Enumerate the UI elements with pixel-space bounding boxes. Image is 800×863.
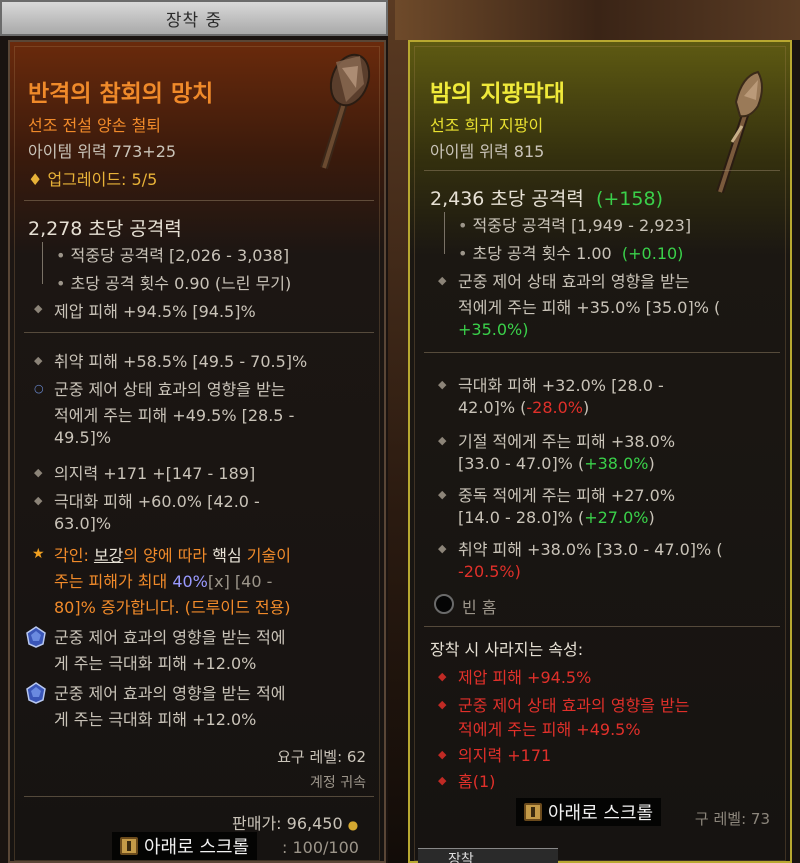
lost-affix-2-line1: 군중 제어 상태 효과의 영향을 받는 (458, 696, 690, 715)
gem1-line1: 군중 제어 효과의 영향을 받는 적에 (54, 628, 286, 647)
star-icon: ★ (32, 546, 45, 562)
dps: 2,278 초당 공격력 (28, 218, 182, 240)
circle-bullet-icon: ○ (34, 382, 44, 395)
damage-per-hit: • 적중당 공격력 [2,026 - 3,038] (56, 246, 290, 265)
background-top (395, 0, 800, 40)
damage-per-hit: • 적중당 공격력 [1,949 - 2,923] (458, 216, 692, 235)
lost-affix-4: 홈(1) (458, 772, 496, 791)
cc-stat-line1: 군중 제어 상태 효과의 영향을 받는 (54, 380, 286, 399)
staff-icon (716, 70, 763, 194)
overpower-stat: 제압 피해 +94.5% [94.5]% (54, 302, 256, 321)
aspect-line1: 각인: 보강의 양에 따라 핵심 기술이 (54, 546, 291, 565)
divider (424, 352, 780, 353)
stun-stat-line2: [33.0 - 47.0]% (+38.0%) (458, 454, 655, 473)
compare-item-tooltip: 밤의 지팡막대 선조 희귀 지팡이 아이템 위력 815 2,436 초당 공격… (408, 40, 792, 863)
diamond-bullet-icon: ◆ (438, 542, 447, 555)
equip-button[interactable]: 장착 (418, 848, 558, 863)
cc-stat-line2: 적에게 주는 피해 +49.5% [28.5 - (54, 406, 295, 425)
attacks-per-second: • 초당 공격 횟수 1.00 (+0.10) (458, 244, 684, 263)
scroll-down-button-left[interactable]: 아래로 스크롤 (112, 832, 258, 860)
item-power: 아이템 위력 773+25 (28, 142, 177, 161)
required-level: 요구 레벨: 62 (277, 748, 366, 766)
stat-tree (42, 242, 52, 284)
background-gap (388, 0, 410, 863)
diamond-bullet-icon: ◆ (438, 774, 447, 787)
upgrades: ♦ 업그레이드: 5/5 (28, 170, 158, 189)
diamond-bullet-icon: ◆ (438, 378, 447, 391)
gem2-line2: 게 주는 극대화 피해 +12.0% (54, 710, 257, 729)
item-type: 선조 전설 양손 철퇴 (28, 116, 162, 135)
diamond-bullet-icon: ◆ (438, 488, 447, 501)
willpower-stat: 의지력 +171 +[147 - 189] (54, 464, 256, 483)
diamond-bullet-icon: ◆ (34, 466, 43, 479)
item-type: 선조 희귀 지팡이 (430, 116, 544, 135)
divider (424, 626, 780, 627)
gold-coin-icon: ● (347, 818, 359, 832)
vulnerable-stat: 취약 피해 +58.5% [49.5 - 70.5]% (54, 352, 308, 371)
diamond-bullet-icon: ◆ (438, 274, 447, 287)
sapphire-gem-icon (26, 682, 46, 704)
vulnerable-stat-line1: 취약 피해 +38.0% [33.0 - 47.0]% ( (458, 540, 723, 559)
empty-socket-icon (434, 594, 454, 614)
equipped-tab-label: 장착 중 (165, 10, 223, 31)
diamond-bullet-icon: ◆ (438, 434, 447, 447)
equipped-item-tooltip: 반격의 참회의 망치 선조 전설 양손 철퇴 아이템 위력 773+25 ♦ 업… (8, 40, 386, 863)
divider (24, 332, 374, 333)
item-power: 아이템 위력 815 (430, 142, 545, 161)
durability: : 100/100 (282, 838, 359, 857)
scroll-down-button-right[interactable]: 아래로 스크롤 (516, 798, 662, 826)
poison-stat-line1: 중독 적에게 주는 피해 +27.0% (458, 486, 676, 505)
diamond-bullet-icon: ◆ (34, 302, 43, 315)
attacks-per-second: • 초당 공격 횟수 0.90 (느린 무기) (56, 274, 292, 293)
divider (24, 796, 374, 797)
vulnerable-stat-line2: -20.5%) (458, 562, 521, 581)
diamond-bullet-icon: ◆ (34, 354, 43, 367)
diamond-bullet-icon: ◆ (438, 670, 447, 683)
poison-stat-line2: [14.0 - 28.0]% (+27.0%) (458, 508, 655, 527)
crit-stat-line2: 42.0]% (-28.0%) (458, 398, 590, 417)
aspect-line3: 80]% 증가합니다. (드루이드 전용) (54, 598, 291, 617)
scroll-icon (524, 803, 542, 821)
empty-socket-label: 빈 홈 (462, 598, 497, 617)
crit-stat-line2: 63.0]% (54, 514, 112, 533)
lost-affix-2-line2: 적에게 주는 피해 +49.5% (458, 720, 641, 739)
cc-stat-line2: 적에게 주는 피해 +35.0% [35.0]% ( (458, 298, 721, 317)
diamond-bullet-icon: ◆ (34, 494, 43, 507)
account-bound: 계정 귀속 (310, 775, 366, 791)
item-name: 반격의 참회의 망치 (28, 81, 214, 107)
scroll-icon (120, 837, 138, 855)
crit-stat-line1: 극대화 피해 +32.0% [28.0 - (458, 376, 664, 395)
lost-affix-1: 제압 피해 +94.5% (458, 668, 592, 687)
stat-tree (444, 212, 454, 254)
required-level: 구 레벨: 73 (694, 810, 770, 828)
divider (424, 170, 780, 171)
gem2-line1: 군중 제어 효과의 영향을 받는 적에 (54, 684, 286, 703)
lost-affixes-header: 장착 시 사라지는 속성: (430, 640, 584, 659)
equipped-tab: 장착 중 (0, 0, 388, 36)
crit-stat-line1: 극대화 피해 +60.0% [42.0 - (54, 492, 260, 511)
divider (24, 200, 374, 201)
sell-price: 판매가: 96,450 ● (232, 814, 359, 833)
cc-stat-line1: 군중 제어 상태 효과의 영향을 받는 (458, 272, 690, 291)
dps: 2,436 초당 공격력 (+158) (430, 188, 663, 210)
item-name: 밤의 지팡막대 (430, 81, 565, 107)
diamond-bullet-icon: ◆ (438, 698, 447, 711)
diamond-bullet-icon: ◆ (438, 748, 447, 761)
cc-stat-line3: +35.0%) (458, 320, 529, 339)
sapphire-gem-icon (26, 626, 46, 648)
stun-stat-line1: 기절 적에게 주는 피해 +38.0% (458, 432, 676, 451)
lost-affix-3: 의지력 +171 (458, 746, 552, 765)
cc-stat-line3: 49.5]% (54, 428, 112, 447)
diamond-icon: ♦ (28, 170, 48, 189)
mace-icon (320, 53, 371, 170)
gem1-line2: 게 주는 극대화 피해 +12.0% (54, 654, 257, 673)
aspect-line2: 주는 피해가 최대 40%[x] [40 - (54, 572, 273, 591)
